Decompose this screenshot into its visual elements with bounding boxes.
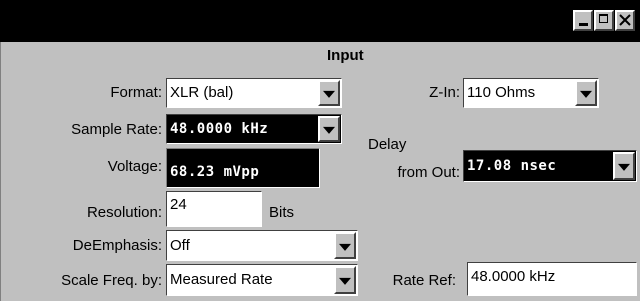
deemphasis-value: Off — [170, 236, 190, 254]
format-dropdown-button[interactable] — [318, 80, 340, 106]
sample-rate-dropdown-button[interactable] — [318, 116, 340, 142]
sample-rate-dropdown[interactable]: 48.0000 kHz — [166, 114, 342, 144]
panel-heading: Input — [327, 47, 364, 64]
z-in-dropdown-button[interactable] — [575, 80, 597, 106]
close-icon — [619, 14, 631, 26]
format-value: XLR (bal) — [170, 84, 234, 101]
z-in-label: Z-In: — [429, 84, 460, 101]
scale-freq-dropdown-button[interactable] — [334, 266, 356, 294]
rate-ref-value: 48.0000 kHz — [471, 268, 556, 285]
resolution-value: 24 — [170, 196, 187, 213]
rate-ref-label: Rate Ref: — [392, 272, 456, 289]
resolution-label: Resolution: — [86, 204, 162, 221]
delay-dropdown-button[interactable] — [613, 152, 635, 180]
deemphasis-dropdown-button[interactable] — [334, 232, 356, 259]
format-label: Format: — [110, 84, 162, 101]
resolution-input[interactable]: 24 — [166, 191, 262, 227]
deemphasis-label: DeEmphasis: — [72, 237, 162, 254]
delay-label-line1: Delay — [368, 136, 407, 153]
scale-freq-dropdown[interactable]: Measured Rate — [166, 264, 358, 296]
delay-dropdown[interactable]: 17.08 nsec — [463, 150, 637, 182]
z-in-dropdown[interactable]: 110 Ohms — [463, 78, 599, 108]
delay-label-line2: from Out: — [397, 164, 460, 181]
scale-freq-value: Measured Rate — [170, 271, 273, 288]
voltage-value: 68.23 mVpp — [170, 164, 260, 180]
scale-freq-label: Scale Freq. by: — [61, 272, 162, 289]
maximize-button[interactable] — [594, 10, 614, 31]
voltage-label: Voltage: — [107, 158, 162, 175]
close-button[interactable] — [615, 10, 635, 31]
z-in-value: 110 Ohms — [467, 84, 536, 101]
title-bar — [0, 0, 640, 42]
input-window: Input Format: XLR (bal) Z-In: 110 Ohms S… — [0, 0, 640, 301]
format-dropdown[interactable]: XLR (bal) — [166, 78, 342, 108]
rate-ref-input[interactable]: 48.0000 kHz — [467, 262, 637, 296]
voltage-readout: 68.23 mVpp — [166, 148, 320, 188]
resolution-unit: Bits — [269, 204, 295, 221]
minimize-button[interactable] — [573, 10, 593, 31]
deemphasis-dropdown[interactable]: Off — [166, 230, 358, 261]
delay-value: 17.08 nsec — [467, 158, 557, 174]
sample-rate-value: 48.0000 kHz — [170, 121, 269, 137]
sample-rate-label: Sample Rate: — [71, 121, 162, 138]
